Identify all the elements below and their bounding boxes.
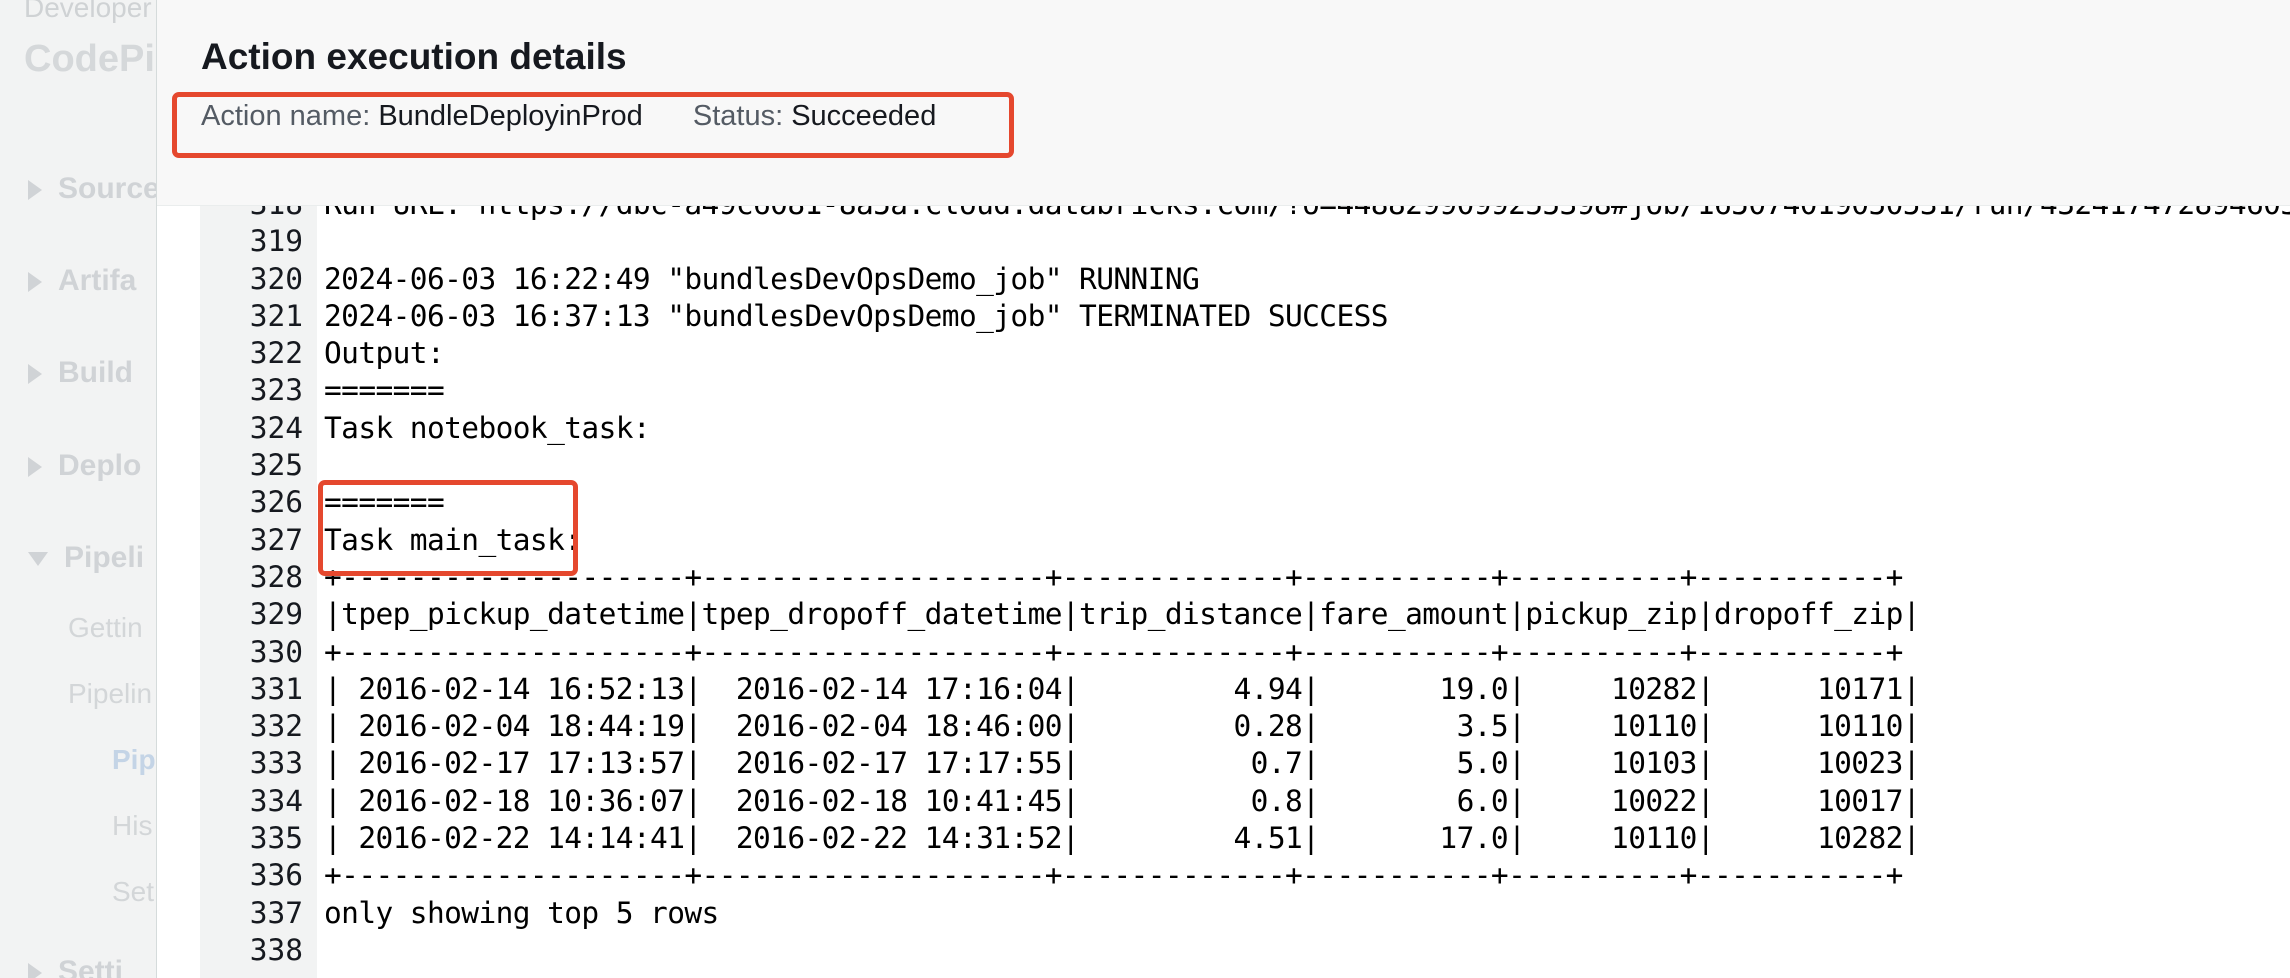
log-line: 334 | 2016-02-18 10:36:07| 2016-02-18 10:… <box>200 783 2290 820</box>
log-line: 335 | 2016-02-22 14:14:41| 2016-02-22 14:… <box>200 820 2290 857</box>
log-line: 323 ======= <box>200 372 2290 409</box>
line-number: 336 <box>249 858 303 893</box>
background-sub-history: His <box>112 810 153 841</box>
log-line: 329 |tpep_pickup_datetime|tpep_dropoff_da… <box>200 596 2290 633</box>
log-line: 332 | 2016-02-04 18:44:19| 2016-02-04 18:… <box>200 708 2290 745</box>
line-number: 321 <box>249 298 303 333</box>
log-line: 338 <box>200 932 2290 969</box>
caret-right-icon <box>28 364 42 385</box>
background-nav-build: Build <box>28 356 133 390</box>
log-line-text: | 2016-02-18 10:36:07| 2016-02-18 10:41:… <box>324 783 1921 818</box>
log-viewer[interactable]: 318Run URL: https://dbc-a49c6081-8a5a.cl… <box>200 206 2290 978</box>
status-label: Status: <box>692 100 784 132</box>
log-line-text: Task main_task: <box>324 522 582 557</box>
line-number: 329 <box>249 597 303 632</box>
log-line: 328 +--------------------+---------------… <box>200 559 2290 596</box>
background-sidebar: Developer CodePi Source Artifa Build Dep… <box>0 0 156 978</box>
log-line-text: ======= <box>324 373 445 408</box>
log-lines: 318Run URL: https://dbc-a49c6081-8a5a.cl… <box>200 206 2290 969</box>
log-line: 336 +--------------------+---------------… <box>200 857 2290 894</box>
log-line: 337 only showing top 5 rows <box>200 895 2290 932</box>
background-nav-artifacts: Artifa <box>28 264 136 298</box>
line-number: 331 <box>249 671 303 706</box>
log-line-text: +--------------------+------------------… <box>324 858 1903 893</box>
line-number: 319 <box>249 224 303 259</box>
log-line: 318Run URL: https://dbc-a49c6081-8a5a.cl… <box>200 206 2290 223</box>
log-line-text: 2024-06-03 16:37:13 "bundlesDevOpsDemo_j… <box>324 298 1389 333</box>
log-line: 321 2024-06-03 16:37:13 "bundlesDevOpsDem… <box>200 298 2290 335</box>
action-meta-row: Action name: BundleDeployinProd Status: … <box>201 100 936 133</box>
log-line-text: only showing top 5 rows <box>324 895 719 930</box>
caret-down-icon <box>28 552 48 567</box>
caret-right-icon <box>28 180 42 201</box>
log-line-text: Output: <box>324 336 445 371</box>
background-nav-settings: Setti <box>28 955 123 978</box>
background-service-name: CodePi <box>24 38 155 80</box>
line-number: 327 <box>249 522 303 557</box>
log-line-text: +--------------------+------------------… <box>324 634 1903 669</box>
log-line-text: +--------------------+------------------… <box>324 559 1903 594</box>
log-line-text: | 2016-02-17 17:13:57| 2016-02-17 17:17:… <box>324 746 1921 781</box>
line-number: 324 <box>249 410 303 445</box>
line-number: 322 <box>249 336 303 371</box>
log-line-text: | 2016-02-04 18:44:19| 2016-02-04 18:46:… <box>324 709 1921 744</box>
log-line: 330 +--------------------+---------------… <box>200 634 2290 671</box>
background-nav-source: Source <box>28 172 156 206</box>
line-number: 325 <box>249 448 303 483</box>
background-nav-deploy: Deplo <box>28 449 141 483</box>
log-line-text: 2024-06-03 16:22:49 "bundlesDevOpsDemo_j… <box>324 261 1200 296</box>
log-line: 325 <box>200 447 2290 484</box>
caret-right-icon <box>28 457 42 478</box>
background-sub-pipeline-active: Pip <box>112 744 156 775</box>
action-name-value: BundleDeployinProd <box>378 100 643 132</box>
log-line-text <box>303 447 324 484</box>
line-number: 333 <box>249 746 303 781</box>
log-line-text: ======= <box>324 485 445 520</box>
log-line-text: | 2016-02-22 14:14:41| 2016-02-22 14:31:… <box>324 821 1921 856</box>
log-line: 331 | 2016-02-14 16:52:13| 2016-02-14 17:… <box>200 671 2290 708</box>
caret-right-icon <box>28 272 42 293</box>
log-line-text: Run URL: https://dbc-a49c6081-8a5a.cloud… <box>303 206 2290 223</box>
modal-header: Action execution details Action name: Bu… <box>157 0 2290 206</box>
background-nav-pipeline: Pipeli <box>28 541 144 575</box>
log-line: 320 2024-06-03 16:22:49 "bundlesDevOpsDem… <box>200 261 2290 298</box>
log-line-text: Task notebook_task: <box>324 410 651 445</box>
line-number: 323 <box>249 373 303 408</box>
line-number: 337 <box>249 895 303 930</box>
line-number: 320 <box>249 261 303 296</box>
line-number: 332 <box>249 709 303 744</box>
line-number: 330 <box>249 634 303 669</box>
background-sub-settings: Set <box>112 876 155 907</box>
line-number: 328 <box>249 559 303 594</box>
line-number: 334 <box>249 783 303 818</box>
status-value: Succeeded <box>791 100 937 132</box>
log-line: 326 ======= <box>200 484 2290 521</box>
action-execution-modal: Action execution details Action name: Bu… <box>156 0 2290 978</box>
log-line: 327 Task main_task: <box>200 522 2290 559</box>
log-line-text: |tpep_pickup_datetime|tpep_dropoff_datet… <box>324 597 1921 632</box>
log-line: 322 Output: <box>200 335 2290 372</box>
log-line: 333 | 2016-02-17 17:13:57| 2016-02-17 17:… <box>200 745 2290 782</box>
background-sub-pipelines: Pipelin <box>68 678 153 709</box>
log-line: 324 Task notebook_task: <box>200 410 2290 447</box>
line-number: 318 <box>200 206 303 223</box>
log-line: 319 <box>200 223 2290 260</box>
background-breadcrumb: Developer <box>24 0 152 23</box>
action-name-label: Action name: <box>201 100 371 132</box>
log-line-text <box>303 932 324 969</box>
modal-title: Action execution details <box>201 36 627 77</box>
log-line-text: | 2016-02-14 16:52:13| 2016-02-14 17:16:… <box>324 671 1921 706</box>
log-line-text <box>303 223 324 260</box>
line-number: 338 <box>249 932 303 967</box>
line-number: 326 <box>249 485 303 520</box>
line-number: 335 <box>249 821 303 856</box>
background-sub-getting-started: Gettin <box>68 612 143 643</box>
caret-right-icon <box>28 963 42 978</box>
